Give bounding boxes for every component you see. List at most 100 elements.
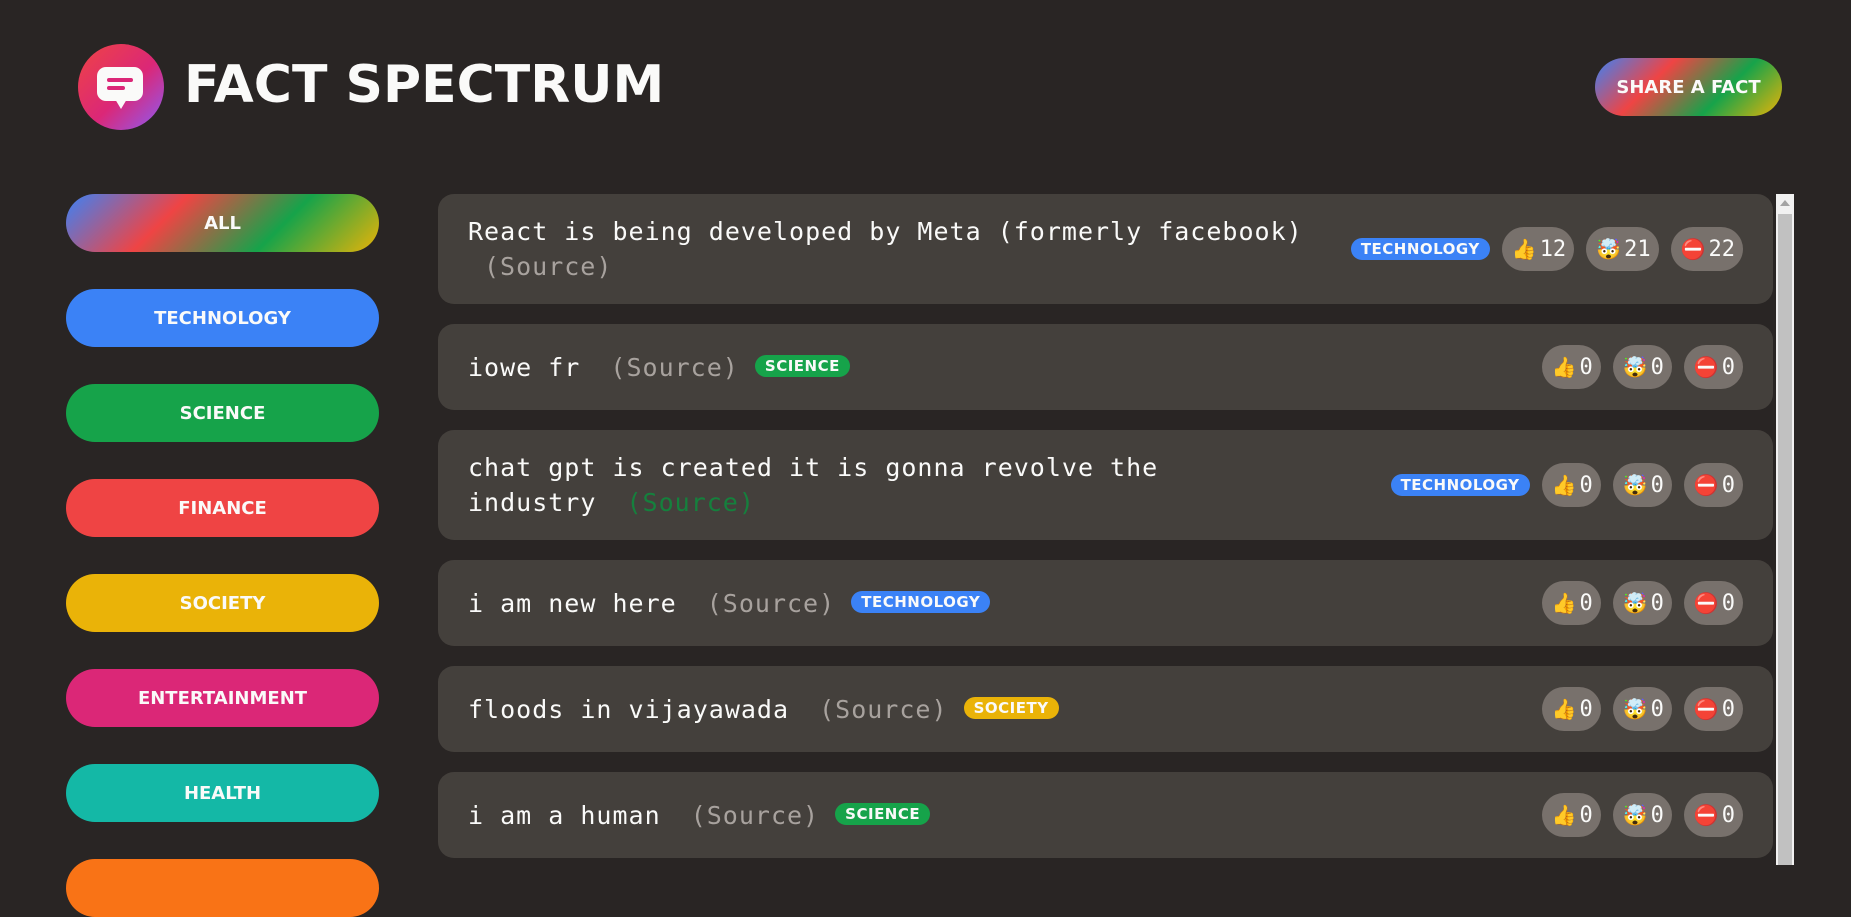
source-link[interactable]: (Source) [626, 488, 754, 517]
exploding-head-icon: 🤯 [1596, 237, 1622, 261]
mindblowing-count: 0 [1650, 354, 1664, 380]
fact-text: React is being developed by Meta (former… [468, 217, 1303, 246]
category-next-button-partial[interactable] [66, 859, 379, 917]
thumbs-up-icon: 👍 [1551, 355, 1577, 379]
thumbs-up-icon: 👍 [1551, 473, 1577, 497]
thumbs-up-icon: 👍 [1551, 697, 1577, 721]
source-link[interactable]: (Source) [484, 252, 612, 281]
interesting-count: 0 [1579, 590, 1593, 616]
source-link[interactable]: (Source) [819, 695, 947, 724]
no-entry-icon: ⛔ [1693, 697, 1719, 721]
mindblowing-count: 21 [1624, 236, 1651, 262]
share-fact-button[interactable]: Share a fact [1595, 58, 1782, 116]
fact-text-block: i am a human (Source) Science [468, 798, 931, 833]
mindblowing-vote-button[interactable]: 🤯 0 [1612, 793, 1672, 837]
category-tag: Science [754, 354, 850, 377]
exploding-head-icon: 🤯 [1622, 355, 1648, 379]
fact-actions: Technology 👍 12 🤯 21 ⛔ 22 [1350, 227, 1743, 271]
mindblowing-count: 0 [1650, 472, 1664, 498]
chat-bubble-icon [97, 67, 143, 109]
mindblowing-vote-button[interactable]: 🤯 0 [1612, 345, 1672, 389]
interesting-vote-button[interactable]: 👍 0 [1541, 463, 1601, 507]
fact-card: floods in vijayawada (Source) Society 👍 … [438, 666, 1773, 752]
source-link[interactable]: (Source) [610, 353, 738, 382]
category-tag: Technology [851, 590, 991, 613]
fact-card: iowe fr (Source) Science 👍 0 🤯 0 ⛔ 0 [438, 324, 1773, 410]
false-count: 0 [1721, 802, 1735, 828]
scroll-up-arrow-icon[interactable] [1780, 200, 1790, 206]
no-entry-icon: ⛔ [1693, 355, 1719, 379]
exploding-head-icon: 🤯 [1622, 697, 1648, 721]
false-count: 0 [1721, 354, 1735, 380]
category-all-button[interactable]: All [66, 194, 379, 252]
interesting-count: 0 [1579, 802, 1593, 828]
category-society-button[interactable]: Society [66, 574, 379, 632]
category-tag: Science [835, 802, 931, 825]
fact-card: i am a human (Source) Science 👍 0 🤯 0 ⛔ … [438, 772, 1773, 858]
category-tag: Technology [1350, 238, 1490, 260]
no-entry-icon: ⛔ [1693, 803, 1719, 827]
false-vote-button[interactable]: ⛔ 0 [1683, 345, 1743, 389]
category-health-button[interactable]: Health [66, 764, 379, 822]
no-entry-icon: ⛔ [1680, 237, 1706, 261]
exploding-head-icon: 🤯 [1622, 473, 1648, 497]
category-finance-button[interactable]: Finance [66, 479, 379, 537]
facts-scrollbar[interactable] [1776, 194, 1794, 865]
category-tag: Technology [1390, 474, 1530, 496]
fact-text-block: floods in vijayawada (Source) Society [468, 692, 1059, 727]
mindblowing-vote-button[interactable]: 🤯 0 [1612, 581, 1672, 625]
app-title: Fact Spectrum [184, 55, 665, 115]
exploding-head-icon: 🤯 [1622, 591, 1648, 615]
false-count: 22 [1708, 236, 1736, 262]
mindblowing-vote-button[interactable]: 🤯 0 [1612, 463, 1672, 507]
fact-actions: 👍 0 🤯 0 ⛔ 0 [1541, 687, 1743, 731]
fact-card: i am new here (Source) Technology 👍 0 🤯 … [438, 560, 1773, 646]
fact-text: i am new here [468, 588, 677, 618]
fact-text-block: React is being developed by Meta (former… [468, 214, 1348, 284]
thumbs-up-icon: 👍 [1551, 803, 1577, 827]
fact-text-block: iowe fr (Source) Science [468, 350, 850, 385]
interesting-vote-button[interactable]: 👍 0 [1541, 345, 1601, 389]
category-technology-button[interactable]: Technology [66, 289, 379, 347]
false-vote-button[interactable]: ⛔ 0 [1683, 463, 1743, 507]
mindblowing-count: 0 [1650, 802, 1664, 828]
fact-text-block: chat gpt is created it is gonna revolve … [468, 450, 1228, 520]
interesting-count: 0 [1579, 472, 1593, 498]
interesting-count: 12 [1539, 236, 1567, 262]
mindblowing-count: 0 [1650, 696, 1664, 722]
category-science-button[interactable]: Science [66, 384, 379, 442]
source-link[interactable]: (Source) [691, 801, 819, 830]
false-vote-button[interactable]: ⛔ 0 [1683, 687, 1743, 731]
no-entry-icon: ⛔ [1693, 591, 1719, 615]
interesting-vote-button[interactable]: 👍 12 [1501, 227, 1575, 271]
mindblowing-vote-button[interactable]: 🤯 0 [1612, 687, 1672, 731]
category-sidebar: All Technology Science Finance Society E… [66, 194, 379, 917]
interesting-count: 0 [1579, 696, 1593, 722]
fact-card: chat gpt is created it is gonna revolve … [438, 430, 1773, 540]
interesting-vote-button[interactable]: 👍 0 [1541, 687, 1601, 731]
false-count: 0 [1721, 696, 1735, 722]
fact-card: React is being developed by Meta (former… [438, 194, 1773, 304]
no-entry-icon: ⛔ [1693, 473, 1719, 497]
fact-text-block: i am new here (Source) Technology [468, 586, 991, 621]
false-vote-button[interactable]: ⛔ 0 [1683, 581, 1743, 625]
category-tag: Society [963, 696, 1059, 719]
category-entertainment-button[interactable]: Entertainment [66, 669, 379, 727]
interesting-vote-button[interactable]: 👍 0 [1541, 581, 1601, 625]
false-vote-button[interactable]: ⛔ 0 [1683, 793, 1743, 837]
interesting-count: 0 [1579, 354, 1593, 380]
mindblowing-vote-button[interactable]: 🤯 21 [1586, 227, 1659, 271]
fact-actions: 👍 0 🤯 0 ⛔ 0 [1541, 793, 1743, 837]
source-link[interactable]: (Source) [707, 589, 835, 618]
fact-text: iowe fr [468, 352, 581, 382]
logo [78, 44, 164, 130]
scroll-thumb[interactable] [1778, 214, 1792, 865]
fact-actions: 👍 0 🤯 0 ⛔ 0 [1541, 581, 1743, 625]
fact-actions: Technology 👍 0 🤯 0 ⛔ 0 [1390, 463, 1743, 507]
mindblowing-count: 0 [1650, 590, 1664, 616]
false-count: 0 [1721, 472, 1735, 498]
interesting-vote-button[interactable]: 👍 0 [1541, 793, 1601, 837]
thumbs-up-icon: 👍 [1511, 237, 1537, 261]
false-vote-button[interactable]: ⛔ 22 [1670, 227, 1743, 271]
thumbs-up-icon: 👍 [1551, 591, 1577, 615]
